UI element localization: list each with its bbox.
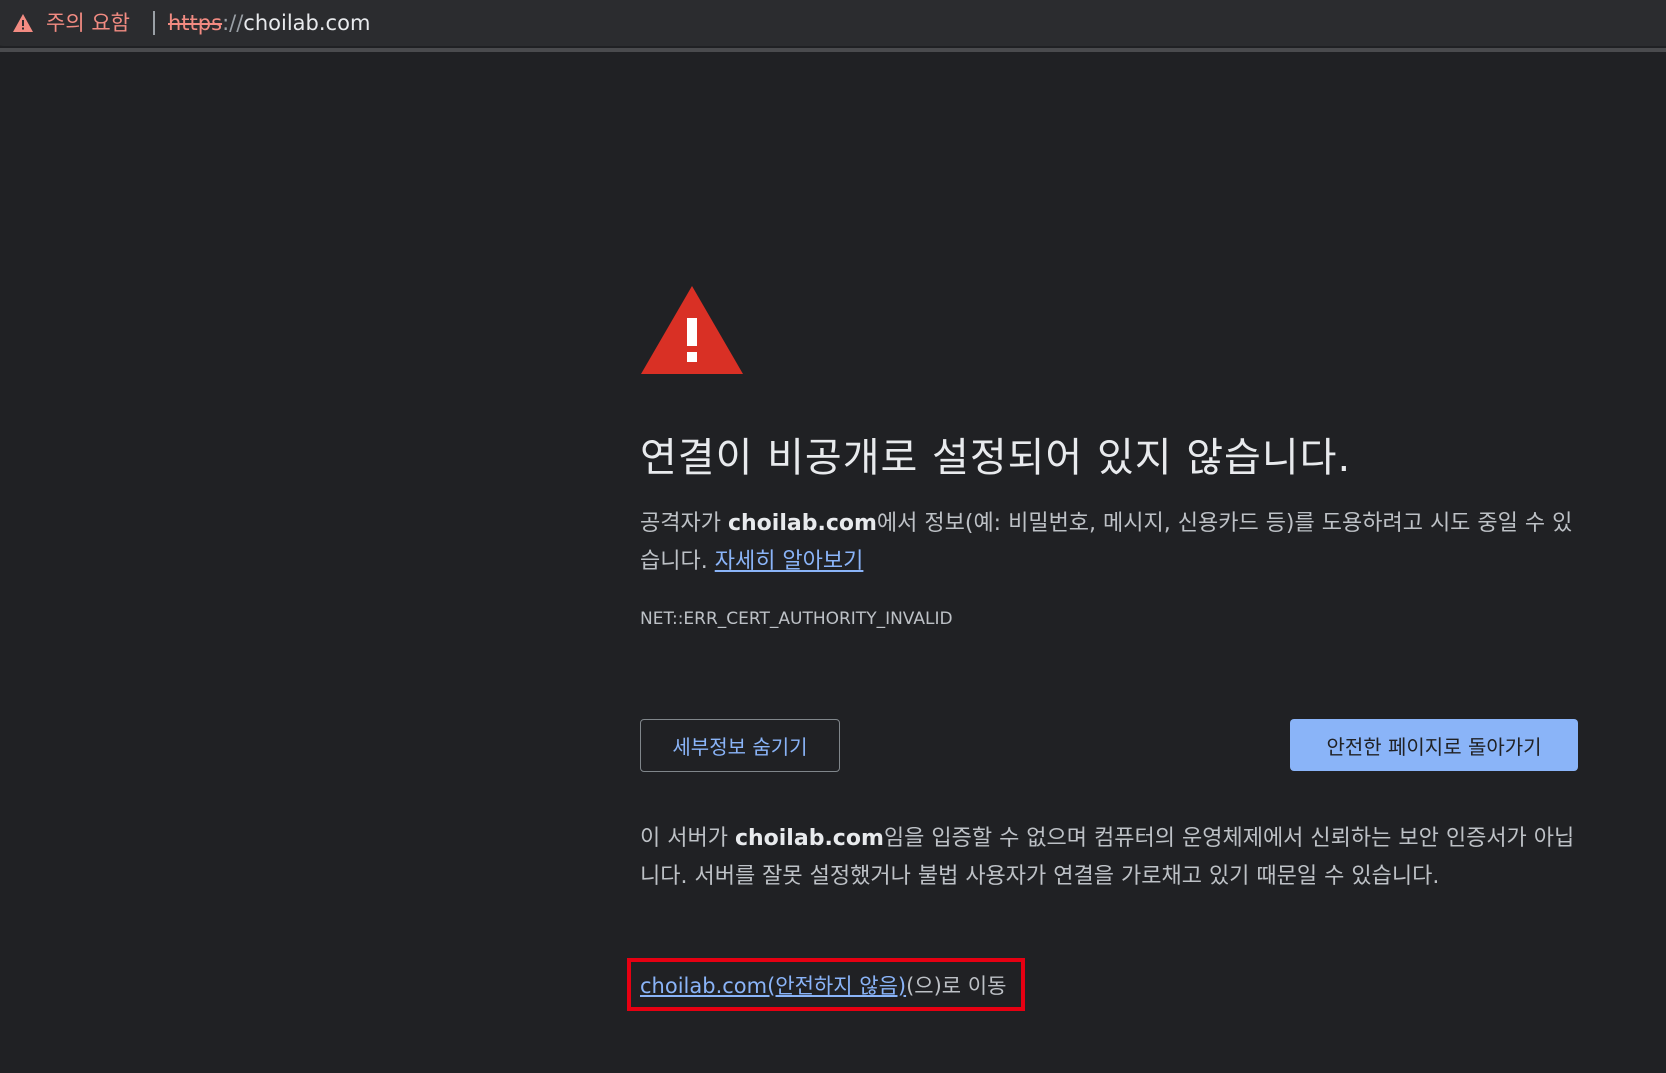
learn-more-link[interactable]: 자세히 알아보기 [715, 549, 864, 574]
proceed-row: choilab.com(안전하지 않음)(으)로 이동 [640, 970, 1006, 1000]
page-title: 연결이 비공개로 설정되어 있지 않습니다. [640, 435, 1352, 481]
details-host: choilab.com [734, 826, 884, 851]
url-slashes: :// [222, 11, 244, 35]
proceed-suffix: (으)로 이동 [906, 974, 1007, 998]
explanation-prefix: 공격자가 [640, 511, 728, 536]
security-status-label[interactable]: 주의 요함 [46, 9, 130, 37]
url-text[interactable]: https://choilab.com [168, 9, 370, 37]
details-text: 이 서버가 choilab.com임을 입증할 수 없으며 컴퓨터의 운영체제에… [640, 820, 1580, 896]
warning-triangle-icon[interactable] [12, 12, 34, 34]
url-scheme: https [168, 11, 223, 35]
explanation-host: choilab.com [727, 511, 877, 536]
browser-window: 주의 요함 https://choilab.com 연결이 비공개로 설정되어 … [0, 0, 1666, 1073]
details-prefix: 이 서버가 [640, 826, 735, 851]
address-bar[interactable]: 주의 요함 https://choilab.com [0, 0, 1666, 48]
error-code: NET::ERR_CERT_AUTHORITY_INVALID [640, 609, 953, 629]
explanation-text: 공격자가 choilab.com에서 정보(예: 비밀번호, 메시지, 신용카드… [640, 505, 1580, 581]
toolbar-divider [0, 48, 1666, 52]
hide-details-button[interactable]: 세부정보 숨기기 [640, 719, 840, 772]
url-host: choilab.com [243, 11, 371, 35]
proceed-unsafe-link[interactable]: choilab.com(안전하지 않음) [640, 974, 906, 998]
back-to-safety-button[interactable]: 안전한 페이지로 돌아가기 [1290, 719, 1578, 771]
danger-warning-icon [641, 286, 743, 374]
url-divider [153, 11, 155, 35]
